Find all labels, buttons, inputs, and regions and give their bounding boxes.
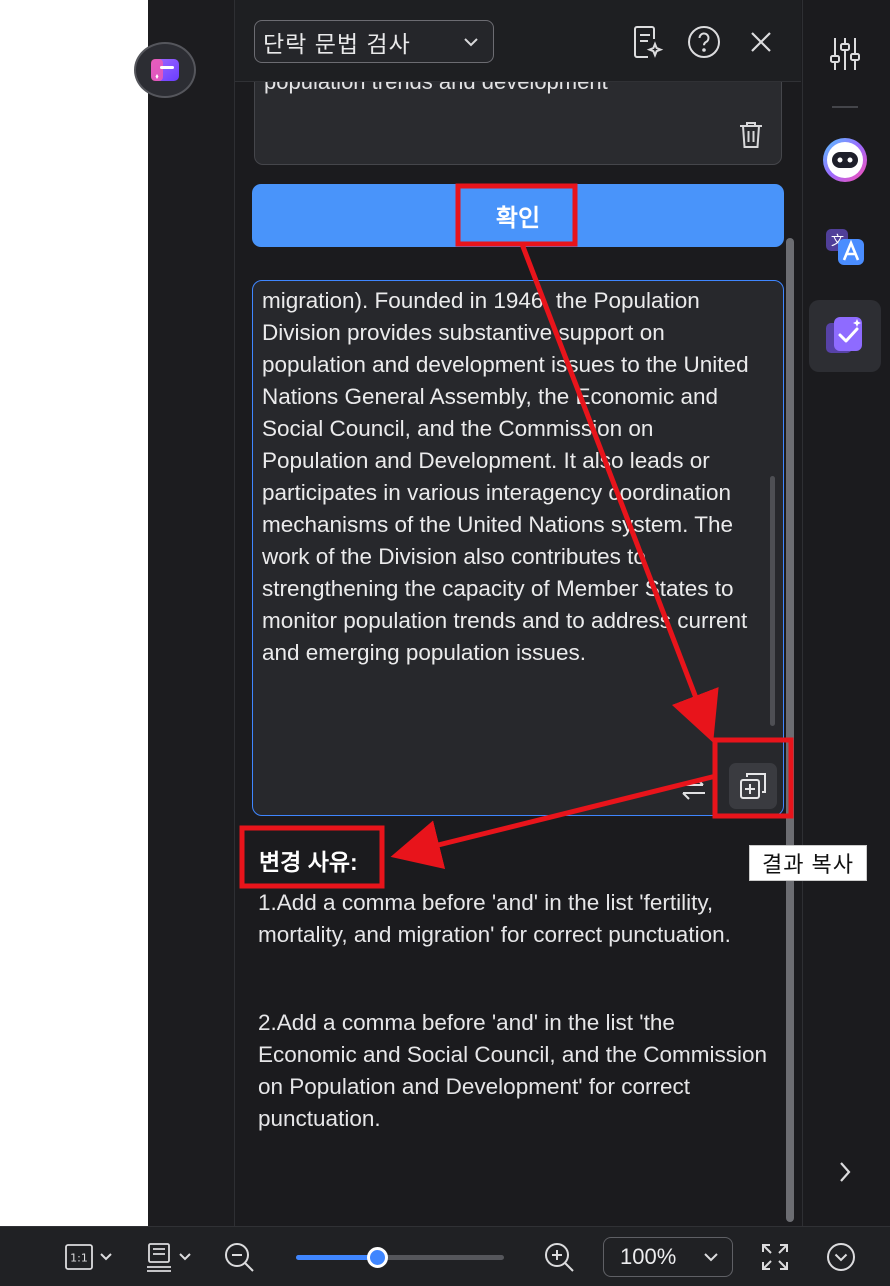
- app-window: population trends and development 단락 문법 …: [0, 0, 890, 1286]
- copy-result-tooltip: 결과 복사: [749, 845, 867, 881]
- page-layout-button[interactable]: [140, 1239, 196, 1275]
- mode-dropdown[interactable]: 단락 문법 검사: [254, 20, 494, 63]
- zoom-in-button[interactable]: [540, 1239, 578, 1275]
- chevron-down-icon: [100, 1253, 112, 1261]
- panel-scrollbar[interactable]: [786, 238, 794, 1222]
- grammar-check-panel: population trends and development 단락 문법 …: [234, 0, 801, 1226]
- zoom-slider-thumb[interactable]: [367, 1247, 389, 1268]
- translate-icon: 文: [826, 229, 864, 265]
- fit-label: 1:1: [70, 1252, 88, 1265]
- chevron-down-icon: [464, 37, 478, 46]
- rail-ai-chat-button[interactable]: [809, 124, 881, 196]
- rail-divider: [832, 106, 858, 108]
- clear-text-button[interactable]: [735, 118, 767, 152]
- confirm-button[interactable]: 확인: [252, 184, 784, 247]
- corrected-text: of population change (fertility, mortali…: [262, 288, 749, 665]
- sliders-icon: [830, 38, 860, 70]
- close-icon: [751, 32, 771, 52]
- swap-arrows-icon: [681, 778, 705, 800]
- panel-header: 단락 문법 검사: [235, 0, 801, 82]
- actual-size-icon: 1:1: [65, 1244, 93, 1270]
- result-scrollbar[interactable]: [770, 476, 775, 726]
- zoom-level-value: 100%: [620, 1244, 677, 1269]
- actual-size-button[interactable]: 1:1: [60, 1239, 116, 1275]
- help-circle-icon: [688, 26, 720, 58]
- zoom-slider[interactable]: [296, 1247, 504, 1268]
- rail-settings-button[interactable]: [809, 18, 881, 90]
- right-tool-rail: 文: [802, 0, 890, 1226]
- mode-label: 단락 문법 검사: [263, 30, 411, 57]
- page-layout-icon: [147, 1243, 171, 1272]
- prompt-edit-button[interactable]: [630, 24, 666, 60]
- result-box[interactable]: of population change (fertility, mortali…: [252, 280, 784, 816]
- rail-translate-button[interactable]: 文: [809, 212, 881, 284]
- zoom-level-dropdown[interactable]: 100%: [603, 1237, 733, 1277]
- grammar-check-icon: [826, 317, 862, 353]
- document-sparkle-icon: [634, 26, 664, 58]
- copy-result-button[interactable]: [729, 763, 777, 809]
- chevron-down-icon: [179, 1253, 191, 1261]
- bottom-toolbar: 1:1 100%: [0, 1226, 890, 1286]
- change-reason-item: 1.Add a comma before 'and' in the list '…: [258, 890, 731, 947]
- document-gutter: [148, 0, 234, 1226]
- fit-screen-icon: [762, 1244, 788, 1270]
- change-reasons-title: 변경 사유:: [259, 849, 358, 875]
- change-reason-item: 2.Add a comma before 'and' in the list '…: [258, 1010, 767, 1131]
- close-button[interactable]: [743, 24, 779, 60]
- rail-grammar-check-button[interactable]: [809, 300, 881, 372]
- more-options-button[interactable]: [822, 1239, 860, 1275]
- trash-icon: [740, 122, 762, 148]
- copy-add-icon: [740, 773, 766, 799]
- fit-screen-button[interactable]: [756, 1239, 794, 1275]
- zoom-out-icon: [225, 1243, 254, 1272]
- zoom-slider-fill: [296, 1255, 378, 1260]
- chevron-right-icon: [840, 1162, 851, 1182]
- help-button[interactable]: [686, 24, 722, 60]
- document-page: [0, 0, 148, 1226]
- rail-expand-button[interactable]: [809, 1136, 881, 1208]
- replace-button[interactable]: [675, 771, 711, 807]
- assistant-logo-icon: [151, 59, 179, 81]
- zoom-out-button[interactable]: [220, 1239, 258, 1275]
- ai-assistant-float-button[interactable]: [134, 42, 196, 98]
- ai-robot-icon: [823, 138, 867, 182]
- chevron-down-circle-icon: [827, 1243, 855, 1271]
- chevron-down-icon: [704, 1252, 718, 1261]
- zoom-in-icon: [545, 1243, 574, 1272]
